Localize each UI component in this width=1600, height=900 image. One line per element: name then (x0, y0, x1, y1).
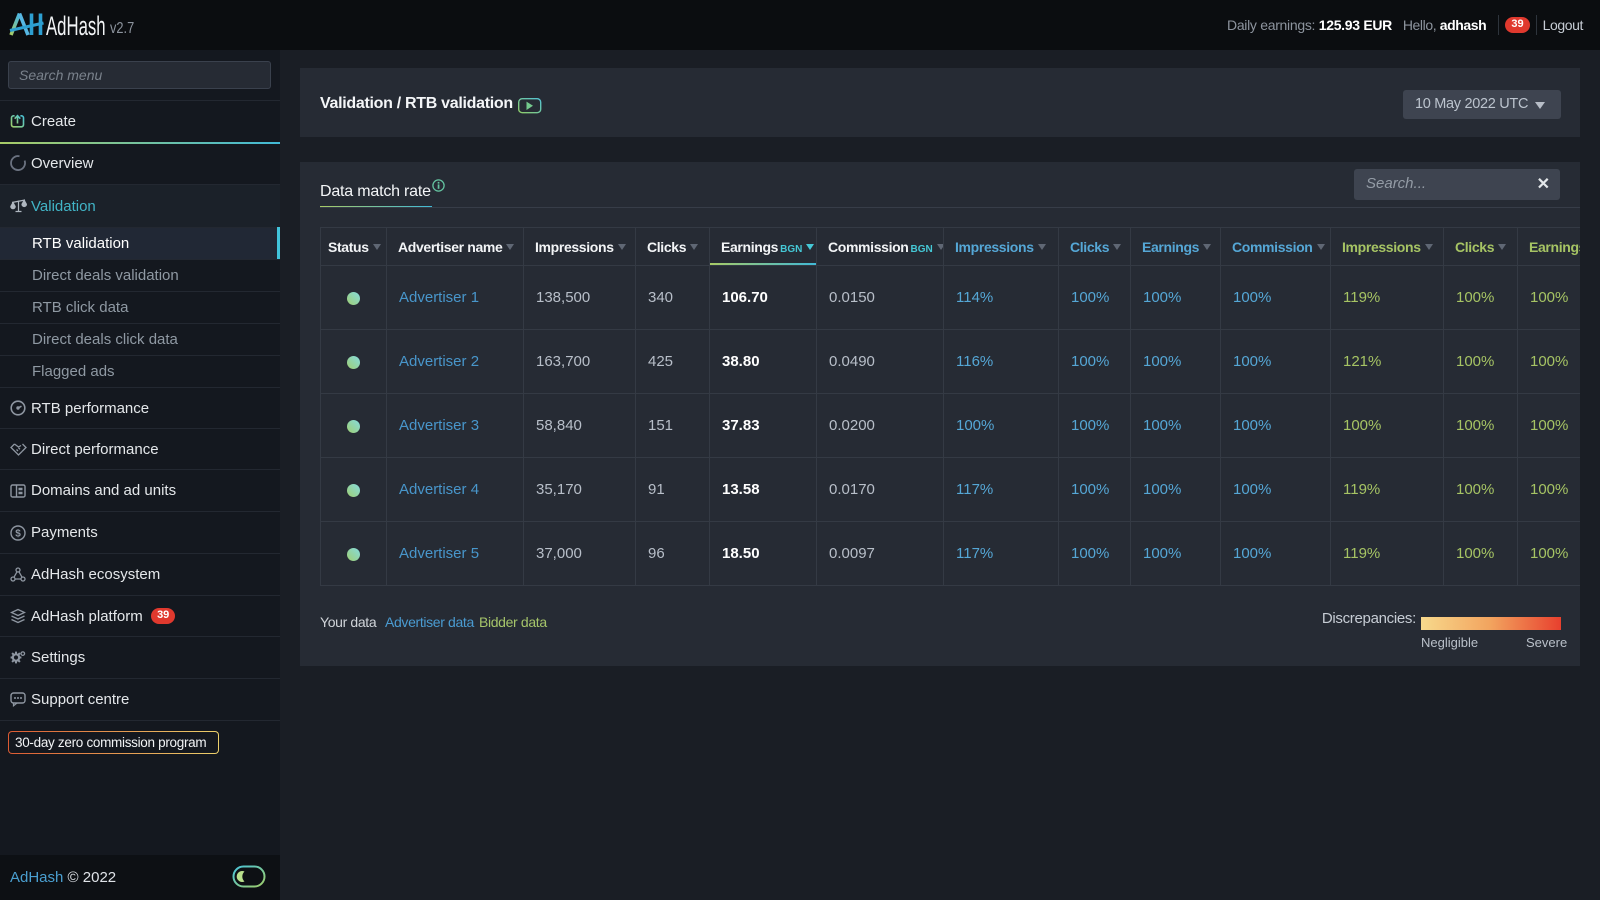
svg-text:$: $ (15, 528, 21, 539)
